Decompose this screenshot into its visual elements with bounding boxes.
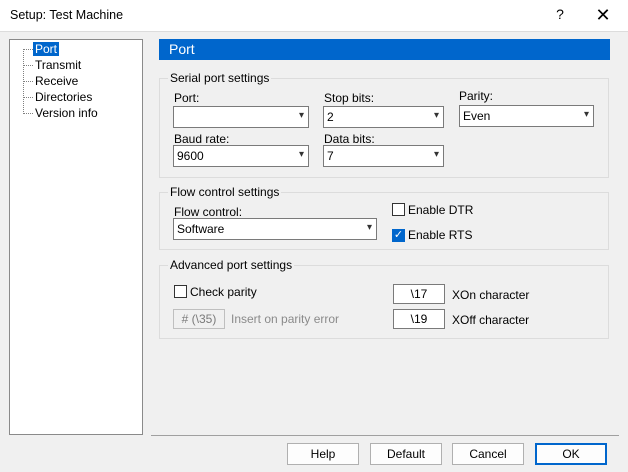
chevron-down-icon: ▾ [366, 222, 372, 233]
data-bits-select[interactable]: 7 ▾ [323, 145, 444, 167]
data-bits-label: Data bits: [324, 132, 375, 146]
chevron-down-icon: ▾ [583, 109, 589, 120]
enable-rts-checkbox[interactable]: ✓ [392, 229, 405, 242]
check-icon: ✓ [393, 229, 404, 241]
page-title: Port [159, 39, 610, 60]
port-select[interactable]: ▾ [173, 106, 309, 128]
tree-item-port[interactable]: Port [10, 41, 60, 57]
help-icon[interactable]: ? [551, 6, 569, 26]
group-title: Advanced port settings [168, 258, 295, 272]
tree-item-receive[interactable]: Receive [10, 73, 78, 89]
baud-rate-label: Baud rate: [174, 132, 230, 146]
baud-rate-value: 9600 [177, 149, 204, 163]
parity-select[interactable]: Even ▾ [459, 105, 594, 127]
help-button[interactable]: Help [287, 443, 359, 465]
chevron-down-icon: ▾ [433, 149, 439, 160]
button-separator [151, 435, 619, 436]
xon-label: XOn character [452, 288, 530, 302]
close-icon[interactable]: ✕ [592, 4, 614, 26]
baud-rate-select[interactable]: 9600 ▾ [173, 145, 309, 167]
xoff-char-field[interactable]: \19 [393, 309, 445, 329]
ok-button[interactable]: OK [535, 443, 607, 465]
flow-control-value: Software [177, 222, 225, 236]
parity-error-label: Insert on parity error [231, 312, 340, 326]
default-button[interactable]: Default [370, 443, 442, 465]
parity-error-char-field[interactable]: # (\35) [173, 309, 225, 329]
data-bits-value: 7 [327, 149, 334, 163]
check-parity-label: Check parity [190, 285, 257, 299]
tree-item-version-info[interactable]: Version info [10, 105, 98, 121]
check-parity-checkbox[interactable] [174, 285, 187, 298]
xoff-label: XOff character [452, 313, 530, 327]
tree-item-label: Transmit [35, 58, 82, 72]
advanced-port-group: Advanced port settings [159, 258, 609, 339]
window-title: Setup: Test Machine [10, 8, 124, 22]
stop-bits-label: Stop bits: [324, 91, 375, 105]
tree-item-label: Version info [35, 106, 98, 120]
enable-dtr-label: Enable DTR [408, 203, 474, 217]
enable-dtr-checkbox[interactable] [392, 203, 405, 216]
tree-item-directories[interactable]: Directories [10, 89, 92, 105]
group-title: Serial port settings [168, 71, 272, 85]
chevron-down-icon: ▾ [433, 110, 439, 121]
tree-item-label: Directories [35, 90, 93, 104]
stop-bits-value: 2 [327, 110, 334, 124]
stop-bits-select[interactable]: 2 ▾ [323, 106, 444, 128]
tree-item-label: Port [33, 42, 60, 56]
parity-label: Parity: [459, 89, 494, 103]
chevron-down-icon: ▾ [298, 110, 304, 121]
port-label: Port: [174, 91, 200, 105]
parity-value: Even [463, 109, 491, 123]
title-separator [0, 31, 628, 32]
tree-item-label: Receive [35, 74, 79, 88]
enable-rts-label: Enable RTS [408, 228, 473, 242]
flow-control-label: Flow control: [174, 205, 243, 219]
xon-char-field[interactable]: \17 [393, 284, 445, 304]
settings-tree[interactable]: Port Transmit Receive Directories Versio… [9, 39, 143, 435]
flow-control-select[interactable]: Software ▾ [173, 218, 377, 240]
group-title: Flow control settings [168, 185, 282, 199]
chevron-down-icon: ▾ [298, 149, 304, 160]
cancel-button[interactable]: Cancel [452, 443, 524, 465]
tree-item-transmit[interactable]: Transmit [10, 57, 81, 73]
